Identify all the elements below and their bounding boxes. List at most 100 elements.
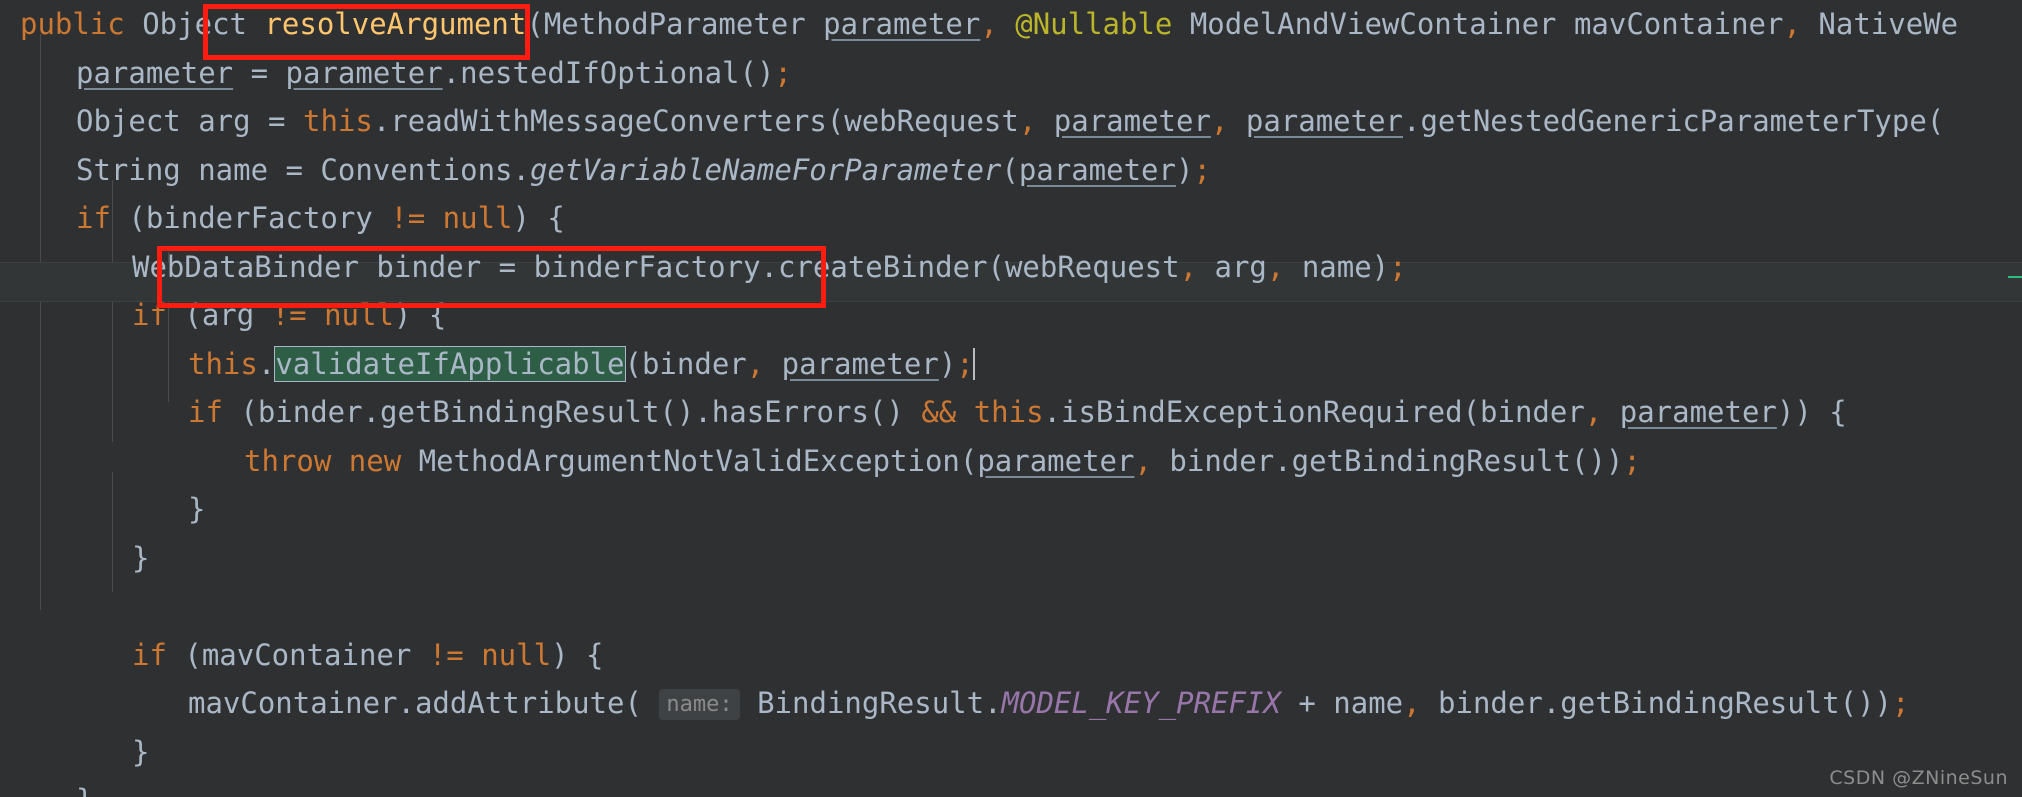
code-token: parameter	[781, 346, 939, 381]
code-token: ,	[1783, 7, 1801, 41]
code-token: NativeWe	[1800, 7, 1959, 41]
code-token: }	[132, 734, 150, 769]
code-token: )	[1175, 152, 1194, 187]
code-token: !=	[271, 298, 307, 332]
code-editor[interactable]: public Object resolveArgument(MethodPara…	[0, 0, 2022, 797]
code-line[interactable]: }	[0, 485, 2022, 534]
code-line[interactable]: WebDataBinder binder = binderFactory.cre…	[0, 243, 2022, 292]
code-line[interactable]: if (arg != null) {	[0, 291, 2022, 340]
code-line[interactable]: String name = Conventions.getVariableNam…	[0, 146, 2022, 195]
code-token: MethodArgumentNotValidException(	[401, 443, 978, 478]
code-token: (MethodParameter	[526, 7, 824, 41]
code-token: parameter	[285, 55, 443, 90]
code-token: binder.getBindingResult())	[1151, 443, 1624, 478]
code-token: parameter	[1018, 152, 1176, 187]
code-token: parameter	[1053, 104, 1211, 138]
code-content[interactable]: public Object resolveArgument(MethodPara…	[0, 0, 2022, 797]
code-token: (mavContainer	[166, 637, 429, 672]
code-token: }	[188, 492, 206, 526]
code-token: Object arg =	[76, 104, 303, 138]
code-line[interactable]: if (binder.getBindingResult().hasErrors(…	[0, 388, 2022, 437]
code-token: validateIfApplicable	[274, 345, 626, 382]
code-token: MODEL_KEY_PREFIX	[1001, 686, 1281, 720]
code-token: name)	[1284, 249, 1390, 284]
code-token: ,	[1584, 395, 1603, 429]
code-line[interactable]	[0, 582, 2022, 631]
code-token: null	[481, 637, 552, 672]
code-token: name:	[659, 689, 740, 720]
code-token: resolveArgument	[264, 7, 527, 41]
code-token: this	[973, 395, 1044, 429]
code-token: ;	[956, 346, 974, 381]
code-token: parameter	[76, 55, 234, 90]
code-token: .getNestedGenericParameterType(	[1403, 104, 1945, 138]
code-line[interactable]: if (mavContainer != null) {	[0, 631, 2022, 680]
code-line[interactable]: }	[0, 728, 2022, 777]
code-token: ;	[1193, 152, 1211, 187]
code-token: !=	[390, 201, 426, 235]
code-token: .nestedIfOptional()	[442, 55, 775, 90]
code-token: (arg	[166, 298, 272, 332]
code-token: new	[348, 443, 402, 478]
code-token: this	[188, 346, 258, 381]
code-token: if	[76, 201, 111, 235]
code-token: (binder	[624, 346, 747, 381]
code-token: ,	[1134, 443, 1152, 478]
code-token: mavContainer.addAttribute(	[188, 686, 660, 720]
code-line[interactable]: mavContainer.addAttribute( name: Binding…	[0, 679, 2022, 728]
code-token: WebDataBinder binder = binderFactory.cre…	[132, 249, 1180, 284]
code-token: public	[20, 7, 125, 41]
code-token: ,	[1018, 104, 1037, 138]
code-token: getVariableNameForParameter	[529, 152, 1002, 187]
code-token: Object	[124, 7, 265, 41]
code-token: }	[132, 540, 150, 575]
code-token: (	[1001, 152, 1019, 187]
code-token: parameter	[1619, 395, 1777, 429]
code-token: null	[442, 201, 513, 235]
code-token: + name	[1280, 686, 1404, 720]
code-token: ,	[1403, 686, 1421, 720]
text-caret	[972, 347, 975, 380]
code-token: )) {	[1776, 395, 1847, 429]
code-token: .readWithMessageConverters(webRequest	[372, 104, 1019, 138]
code-token: .isBindExceptionRequired(binder	[1043, 395, 1585, 429]
code-token: parameter	[977, 443, 1135, 478]
code-line[interactable]: }	[0, 534, 2022, 583]
code-token: throw	[244, 443, 332, 478]
code-token: binder.getBindingResult())	[1420, 686, 1892, 720]
code-token: )	[938, 346, 957, 381]
code-line[interactable]: public Object resolveArgument(MethodPara…	[0, 0, 2022, 49]
code-token: ,	[1179, 249, 1198, 284]
code-token: @Nullable	[1015, 7, 1173, 41]
code-token: (binder.getBindingResult().hasErrors()	[222, 395, 922, 429]
code-token: ModelAndViewContainer mavContainer	[1172, 7, 1784, 41]
code-token: ,	[746, 346, 765, 381]
code-token: ,	[1266, 249, 1285, 284]
code-token: (binderFactory	[110, 201, 391, 235]
code-line[interactable]: }	[0, 776, 2022, 797]
code-token: ;	[774, 55, 792, 90]
code-token: ;	[1389, 249, 1407, 284]
code-token: BindingResult.	[739, 686, 1002, 720]
code-line[interactable]: parameter = parameter.nestedIfOptional()…	[0, 49, 2022, 98]
csdn-watermark: CSDN @ZNineSun	[1829, 767, 2008, 789]
code-token: if	[132, 298, 167, 332]
code-token: ) {	[393, 298, 447, 332]
code-token: parameter	[1245, 104, 1403, 138]
code-line[interactable]: throw new MethodArgumentNotValidExceptio…	[0, 437, 2022, 486]
code-token: null	[324, 298, 394, 332]
code-line[interactable]: this.validateIfApplicable(binder, parame…	[0, 340, 2022, 389]
code-token: .	[257, 346, 276, 381]
code-token: ;	[1623, 443, 1641, 478]
code-line[interactable]: if (binderFactory != null) {	[0, 194, 2022, 243]
code-token: ;	[1892, 686, 1910, 720]
code-token: ) {	[551, 637, 604, 672]
code-line[interactable]: Object arg = this.readWithMessageConvert…	[0, 97, 2022, 146]
